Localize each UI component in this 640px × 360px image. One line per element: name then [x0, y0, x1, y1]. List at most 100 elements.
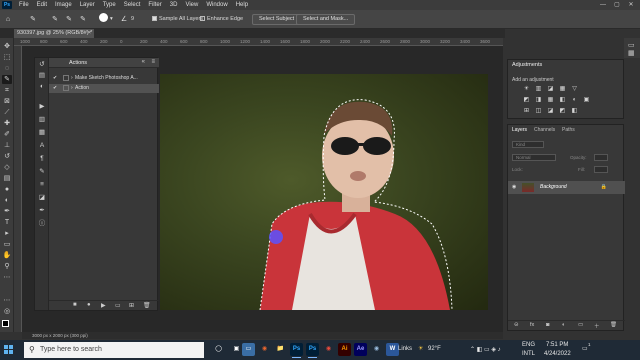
photoshop-taskbar-icon[interactable]: Ps — [290, 343, 303, 358]
adjustments-title[interactable]: Adjustments — [512, 62, 542, 68]
posterize-icon[interactable]: ◫ — [534, 108, 543, 115]
menu-image[interactable]: Image — [51, 0, 76, 10]
enhance-edge-checkbox[interactable]: Enhance Edge — [200, 15, 243, 24]
illustrator-icon[interactable]: Ai — [338, 343, 351, 356]
expand-arrow-icon[interactable]: › — [71, 74, 73, 83]
foreground-color-swatch[interactable] — [2, 320, 9, 327]
dialog-toggle-box[interactable] — [63, 85, 69, 91]
blur-tool-icon[interactable]: ● — [2, 185, 12, 194]
action-enabled-check-icon[interactable]: ✔ — [53, 74, 57, 83]
properties-icon[interactable]: ▥ — [37, 116, 47, 124]
photo-filter-icon[interactable]: ◧ — [558, 97, 567, 104]
type-tool-icon[interactable]: T — [2, 218, 12, 227]
notification-icon[interactable]: ▭ — [582, 345, 588, 352]
select-subject-button[interactable]: Select Subject — [252, 14, 302, 25]
invert-icon[interactable]: ⊞ — [522, 108, 531, 115]
frame-tool-icon[interactable]: ⊠ — [2, 97, 12, 106]
language-code[interactable]: ENG — [522, 342, 535, 348]
eraser-tool-icon[interactable]: ◇ — [2, 163, 12, 172]
history-brush-tool-icon[interactable]: ↺ — [2, 152, 12, 161]
play-icon[interactable]: ▶ — [101, 302, 106, 309]
new-layer-icon[interactable]: ＋ — [594, 322, 600, 330]
dialog-toggle-box[interactable] — [63, 75, 69, 81]
delete-icon[interactable]: 🗑 — [143, 302, 151, 309]
dodge-tool-icon[interactable]: ◐ — [2, 196, 12, 205]
gradient-map-icon[interactable]: ◩ — [558, 108, 567, 115]
photoshop-taskbar-icon-2[interactable]: Ps — [306, 343, 319, 358]
move-tool-icon[interactable]: ✥ — [2, 42, 12, 51]
minimize-button[interactable]: — — [596, 0, 610, 10]
delete-layer-icon[interactable]: 🗑 — [610, 322, 617, 328]
layer-style-icon[interactable]: fx — [530, 322, 534, 328]
paths-icon[interactable]: ✒ — [37, 207, 47, 215]
selective-color-icon[interactable]: ◧ — [570, 108, 579, 115]
panel-menu-icon[interactable]: ≡ — [151, 59, 155, 65]
subtract-selection-icon[interactable]: ✎ — [78, 15, 88, 24]
firefox-icon[interactable]: ◉ — [258, 343, 271, 356]
menu-help[interactable]: Help — [232, 0, 252, 10]
app-window-icon[interactable]: ▭ — [242, 343, 255, 356]
document-tab[interactable]: 930397.jpg @ 25% (RGB/8#) * × — [14, 29, 94, 38]
info-circle-icon[interactable]: ⓘ — [37, 220, 47, 228]
close-tab-icon[interactable]: × — [88, 29, 91, 38]
tab-channels[interactable]: Channels — [534, 127, 555, 133]
add-to-selection-icon[interactable]: ✎ — [64, 15, 74, 24]
menu-file[interactable]: File — [15, 0, 33, 10]
start-button[interactable] — [4, 345, 14, 355]
paragraph-icon[interactable]: ¶ — [37, 155, 47, 163]
levels-icon[interactable]: ▥ — [534, 86, 543, 93]
chrome-icon[interactable]: ◉ — [322, 343, 335, 356]
taskbar-search-box[interactable]: ⚲ Type here to search — [24, 342, 204, 358]
brush-tool-icon[interactable]: ✐ — [2, 130, 12, 139]
weather-temp[interactable]: 92°F — [428, 346, 441, 352]
edit-toolbar-icon[interactable]: ⋯ — [2, 296, 12, 305]
menu-window[interactable]: Window — [202, 0, 231, 10]
vibrance-icon[interactable]: ▽ — [570, 86, 579, 93]
healing-brush-tool-icon[interactable]: ✚ — [2, 119, 12, 128]
more-tools-icon[interactable]: ⋯ — [2, 273, 12, 282]
menu-3d[interactable]: 3D — [166, 0, 182, 10]
adjust-sliders-icon[interactable]: ≡ — [37, 181, 47, 189]
info-icon[interactable]: ▤ — [37, 72, 47, 80]
black-white-icon[interactable]: ▦ — [546, 97, 555, 104]
blend-mode-select[interactable]: Normal — [512, 154, 556, 161]
quick-selection-tool-icon[interactable]: ✎ — [2, 75, 12, 84]
keyboard-layout[interactable]: INTL — [522, 351, 535, 357]
brightness-icon[interactable]: ☀ — [522, 86, 531, 93]
brush-size-value[interactable]: 9 — [131, 15, 134, 24]
close-button[interactable]: ✕ — [624, 0, 638, 10]
layer-name[interactable]: Background — [540, 184, 567, 190]
stop-icon[interactable]: ■ — [73, 302, 77, 308]
tab-paths[interactable]: Paths — [562, 127, 575, 133]
opacity-field[interactable] — [594, 154, 608, 161]
path-selection-tool-icon[interactable]: ▸ — [2, 229, 12, 238]
clock-date[interactable]: 4/24/2022 — [544, 351, 571, 357]
after-effects-icon[interactable]: Ae — [354, 343, 367, 356]
cortana-icon[interactable]: ◯ — [212, 343, 225, 356]
zoom-tool-icon[interactable]: ⚲ — [2, 262, 12, 271]
layer-filter-kind[interactable]: Kind — [512, 141, 544, 148]
color-lookup-icon[interactable]: ▣ — [582, 97, 591, 104]
adjustment-layer-icon[interactable]: ◐ — [562, 322, 565, 328]
sample-all-layers-checkbox[interactable]: Sample All Layers — [152, 15, 203, 24]
lasso-tool-icon[interactable]: ◌ — [2, 64, 12, 73]
new-action-icon[interactable]: ⊞ — [129, 302, 134, 309]
quick-mask-icon[interactable]: ◎ — [2, 307, 12, 316]
clock-time[interactable]: 7:51 PM — [546, 342, 568, 348]
marquee-tool-icon[interactable]: ⬚ — [2, 53, 12, 62]
clone-stamp-tool-icon[interactable]: ⊥ — [2, 141, 12, 150]
add-mask-icon[interactable]: ◙ — [546, 322, 549, 328]
action-row[interactable]: ✔ › Action — [49, 84, 159, 93]
pen-tool-icon[interactable]: ✒ — [2, 207, 12, 216]
hue-saturation-icon[interactable]: ◩ — [522, 97, 531, 104]
menu-layer[interactable]: Layer — [76, 0, 99, 10]
weather-icon[interactable]: ☀ — [418, 345, 423, 352]
threshold-icon[interactable]: ◪ — [546, 108, 555, 115]
fill-field[interactable] — [594, 166, 608, 173]
brush-size-dropdown-icon[interactable]: ▾ — [110, 15, 113, 24]
new-selection-icon[interactable]: ✎ — [50, 15, 60, 24]
hand-tool-icon[interactable]: ✋ — [2, 251, 12, 260]
libraries-icon[interactable]: ▭ — [628, 41, 635, 49]
actions-panel-title[interactable]: Actions — [69, 60, 87, 66]
gradient-tool-icon[interactable]: ▤ — [2, 174, 12, 183]
